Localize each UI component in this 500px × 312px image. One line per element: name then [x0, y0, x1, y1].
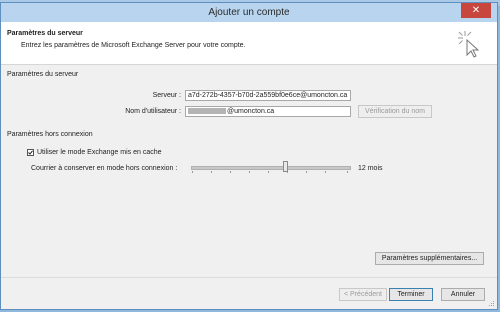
slider-tick — [306, 171, 307, 173]
slider-tick — [192, 171, 193, 173]
wizard-header: Paramètres du serveur Entrez les paramèt… — [1, 22, 497, 65]
footer-divider — [1, 277, 497, 278]
server-label: Serveur : — [152, 92, 181, 99]
previous-button[interactable]: < Précédent — [339, 288, 387, 301]
slider-tick — [211, 171, 212, 173]
title-bar[interactable]: Ajouter un compte ✕ — [1, 3, 497, 22]
slider-tick — [249, 171, 250, 173]
slider-tick — [230, 171, 231, 173]
finish-button[interactable]: Terminer — [389, 288, 433, 301]
close-icon: ✕ — [471, 5, 481, 16]
check-name-button[interactable]: Vérification du nom — [358, 105, 432, 118]
server-field[interactable]: a7d-272b-4357-b70d-2a559bf0e6ce@umoncton… — [185, 90, 351, 101]
mail-to-keep-label: Courrier à conserver en mode hors connex… — [31, 165, 178, 172]
header-subtitle: Entrez les paramètres de Microsoft Excha… — [21, 42, 246, 49]
mail-to-keep-slider-thumb[interactable] — [283, 161, 288, 172]
slider-tick — [325, 171, 326, 173]
slider-tick — [268, 171, 269, 173]
mail-to-keep-value: 12 mois — [358, 165, 383, 172]
redacted-username — [188, 108, 226, 115]
close-button[interactable]: ✕ — [461, 3, 491, 18]
header-title: Paramètres du serveur — [7, 30, 83, 37]
cancel-button[interactable]: Annuler — [441, 288, 485, 301]
offline-section-heading: Paramètres hors connexion — [7, 131, 93, 138]
cached-mode-checkbox[interactable] — [27, 149, 34, 156]
username-field[interactable]: @umoncton.ca — [185, 106, 351, 117]
username-label: Nom d'utilisateur : — [125, 108, 181, 115]
wizard-cursor-icon — [458, 31, 480, 58]
slider-tick — [347, 171, 348, 173]
cached-mode-label: Utiliser le mode Exchange mis en cache — [37, 149, 162, 156]
mail-to-keep-slider-track[interactable] — [191, 166, 351, 170]
more-settings-button[interactable]: Paramètres supplémentaires... — [375, 252, 484, 265]
checkmark-icon — [28, 150, 33, 155]
resize-grip-icon[interactable] — [489, 301, 495, 307]
add-account-dialog: Ajouter un compte ✕ Paramètres du serveu… — [0, 2, 498, 310]
window-title: Ajouter un compte — [208, 7, 290, 18]
server-section-heading: Paramètres du serveur — [7, 71, 79, 78]
username-domain: @umoncton.ca — [227, 108, 275, 115]
